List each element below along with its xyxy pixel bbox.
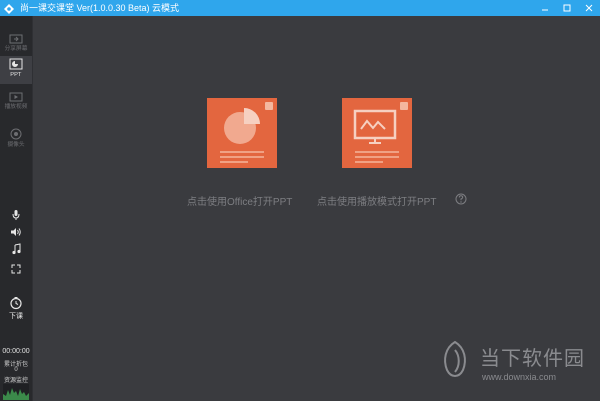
sidebar-item-ppt[interactable]: PPT [0,56,32,84]
office-open-label[interactable]: 点击使用Office打开PPT [187,193,292,208]
corner-badge-icon [265,102,273,110]
resource-graph [3,384,29,400]
camera-icon [10,128,22,140]
sidebar-item-camera[interactable]: 摄像头 [0,126,32,154]
end-class-button[interactable]: 下课 [0,296,32,326]
sidebar-item-video[interactable]: 播放视频 [0,90,32,118]
resource-monitor-label: 资源监控 [3,378,28,384]
title-bar: 尚一课交课堂 Ver(1.0.0.30 Beta) 云模式 [0,0,600,16]
window-controls [534,0,600,16]
speaker-icon[interactable] [8,225,24,239]
corner-badge-icon [400,102,408,110]
stat-value: 0 [14,367,18,373]
sidebar: 分享屏幕 PPT 播放视频 摄像头 下课 00:00:00 累计折包 0 资源监… [0,16,33,401]
sidebar-item-label: 分享屏幕 [4,46,28,52]
office-ppt-card[interactable] [207,98,277,168]
class-timer: 00:00:00 [2,348,30,355]
maximize-icon[interactable] [556,0,578,16]
microphone-icon[interactable] [8,208,24,222]
sidebar-item-label: 播放视频 [4,104,28,110]
watermark-name: 当下软件园 [480,346,585,370]
close-icon[interactable] [578,0,600,16]
watermark-url: www.downxia.com [482,372,557,382]
fullscreen-icon[interactable] [8,262,24,276]
music-icon[interactable] [8,242,24,256]
video-play-icon [9,92,23,102]
minimize-icon[interactable] [534,0,556,16]
window-title: 尚一课交课堂 Ver(1.0.0.30 Beta) 云模式 [20,3,180,13]
sidebar-item-label: PPT [10,72,22,78]
clock-icon [10,297,22,310]
watermark-logo-icon [444,340,466,377]
ppt-icon [9,58,23,70]
end-class-label: 下课 [9,313,23,320]
help-icon[interactable] [455,193,467,205]
play-mode-ppt-card[interactable] [342,98,412,168]
screen-share-icon [9,34,23,44]
sidebar-item-label: 摄像头 [7,142,25,148]
app-logo-icon [4,3,14,14]
play-mode-open-label[interactable]: 点击使用播放模式打开PPT [317,193,436,208]
